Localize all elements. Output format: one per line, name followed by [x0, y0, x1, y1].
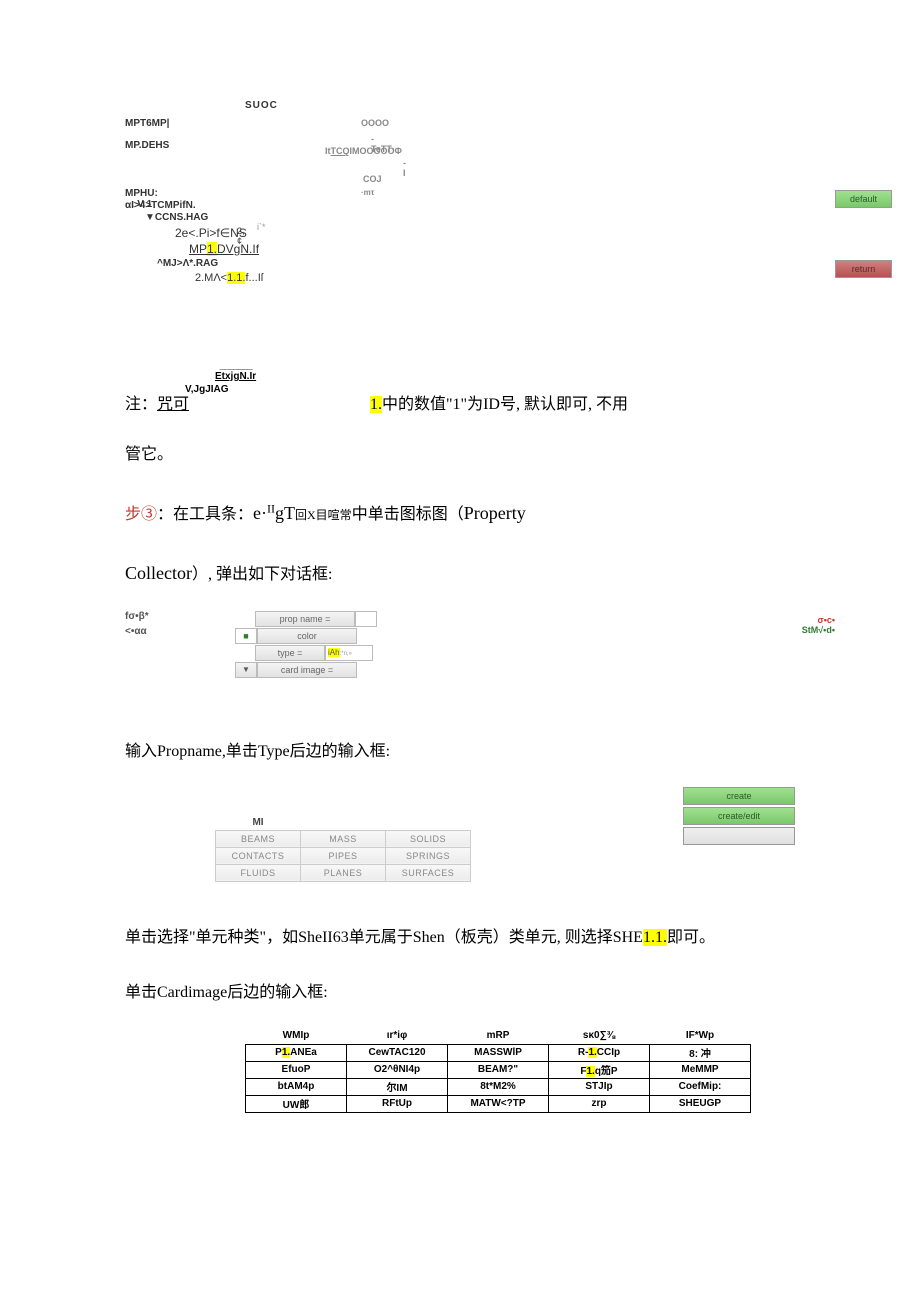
card-option[interactable]: WMIp	[246, 1028, 347, 1045]
card-option[interactable]: CoefMip:	[650, 1078, 751, 1095]
tree-right-label: ItTCQIMOOOOOΦ	[325, 146, 402, 156]
card-option[interactable]: IF*Wp	[650, 1028, 751, 1045]
dropdown-arrow-icon[interactable]: ▼	[235, 662, 257, 678]
card-option[interactable]: 8: 冲	[650, 1044, 751, 1061]
card-option[interactable]: R-1.CCIp	[549, 1044, 650, 1061]
prop-name-input[interactable]	[355, 611, 377, 627]
card-option[interactable]: mRP	[448, 1028, 549, 1045]
card-option[interactable]: 8t*M2%	[448, 1078, 549, 1095]
card-option[interactable]: UW郎	[246, 1095, 347, 1112]
type-option[interactable]: SOLIDS	[386, 830, 471, 847]
type-option[interactable]: PIPES	[301, 847, 386, 864]
type-option[interactable]: FLUIDS	[216, 864, 301, 881]
card-option[interactable]: zrp	[549, 1095, 650, 1112]
create-edit-button[interactable]: create/edit	[683, 807, 795, 825]
tree-node: 2.MΛ<1.1.f...Iſ	[195, 272, 263, 284]
tree-right-label: -I	[403, 158, 406, 178]
card-option[interactable]: ιr*iφ	[347, 1028, 448, 1045]
prop-left-label-2: <•αα	[125, 626, 149, 637]
card-option[interactable]: SHEUGP	[650, 1095, 751, 1112]
ann-line2: V,JgJIAG	[185, 384, 229, 395]
return-button[interactable]: return	[835, 260, 892, 278]
type-value[interactable]: iAh:*n,»	[325, 645, 373, 661]
card-option[interactable]: CewTAC120	[347, 1044, 448, 1061]
step3-para-2: Collector）, 弹出如下对话框:	[125, 550, 795, 597]
tree-node: ▼CCNS.HAG	[145, 212, 208, 223]
type-option[interactable]: BEAMS	[216, 830, 301, 847]
material-tree-panel: SUOC MPT6MP|MP.DEHSMPHU: · : V 1αI>4>TCM…	[125, 100, 795, 360]
prop-right-2: StM√•d•	[802, 625, 835, 635]
card-option[interactable]: MASSWlP	[448, 1044, 549, 1061]
color-swatch[interactable]: ■	[235, 628, 257, 644]
card-option[interactable]: sκ0∑⅜	[549, 1028, 650, 1045]
tree-node: MP1.DVgN.If	[189, 242, 259, 256]
card-option[interactable]: EfuoP	[246, 1061, 347, 1078]
type-option[interactable]: PLANES	[301, 864, 386, 881]
step3-para: 步③：在工具条：e·IIgT回X目喧常中单击图标图（Property	[125, 490, 795, 537]
blank-button[interactable]	[683, 827, 795, 845]
cardimage-instruction: 单击Cardimage后边的输入框:	[125, 972, 795, 1014]
type-selection-panel: create create/edit MI BEAMSMASSSOLIDS CON…	[125, 787, 795, 877]
propname-instruction: 输入Propname,单击Type后边的输入框:	[125, 731, 795, 773]
card-option[interactable]: BEAM?"	[448, 1061, 549, 1078]
prop-right-1: σ•c•	[802, 615, 835, 625]
default-button[interactable]: default	[835, 190, 892, 208]
type-option[interactable]: SURFACES	[386, 864, 471, 881]
prop-left-label-1: fσ•β*	[125, 611, 149, 622]
card-option[interactable]: RFtUp	[347, 1095, 448, 1112]
shell-instruction: 单击选择"单元种类"，如SheII63单元属于Shen（板壳）类单元, 则选择S…	[125, 917, 795, 959]
tree-node: αI>4>TCMPifN.	[125, 200, 196, 211]
tree-right-label: OOOO	[361, 118, 389, 128]
ann-line1: EtxjgN.Ir	[215, 371, 256, 382]
tree-node: MPT6MP|	[125, 118, 169, 129]
type-option[interactable]: CONTACTS	[216, 847, 301, 864]
type-table-header: MI	[216, 817, 301, 831]
card-image-table: WMIpιr*iφmRPsκ0∑⅜IF*WpP1.ANEaCewTAC120MA…	[245, 1028, 751, 1113]
tree-node: MP.DEHS	[125, 140, 169, 151]
type-option[interactable]: MASS	[301, 830, 386, 847]
prop-name-field[interactable]: prop name =	[255, 611, 355, 627]
type-option[interactable]: SPRINGS	[386, 847, 471, 864]
note-line1: 注：咒可	[125, 390, 189, 414]
element-type-table: MI BEAMSMASSSOLIDS CONTACTSPIPESSPRINGS FL…	[215, 817, 471, 882]
card-option[interactable]: MATW<?TP	[448, 1095, 549, 1112]
card-option[interactable]: 尔IM	[347, 1078, 448, 1095]
tree-node: i`*	[257, 222, 266, 232]
tree-right-label: ·mτ	[361, 188, 374, 197]
card-option[interactable]: MeMMP	[650, 1061, 751, 1078]
note-line2: 管它。	[125, 434, 795, 476]
card-option[interactable]: btAM4p	[246, 1078, 347, 1095]
color-field[interactable]: color	[257, 628, 357, 644]
ann-overline: _______	[215, 360, 256, 371]
create-button[interactable]: create	[683, 787, 795, 805]
card-option[interactable]: P1.ANEa	[246, 1044, 347, 1061]
tree-title: SUOC	[245, 100, 278, 111]
property-collector-panel: fσ•β* <•αα prop name = ■ color type = iA…	[125, 611, 795, 691]
card-image-field[interactable]: card image =	[257, 662, 357, 678]
card-option[interactable]: STJIp	[549, 1078, 650, 1095]
type-field[interactable]: type =	[255, 645, 325, 661]
note-line1b: 1.中的数值"1"为ID号, 默认即可, 不用	[370, 390, 628, 414]
card-option[interactable]: F1.q笳P	[549, 1061, 650, 1078]
card-option[interactable]: O2^θNI4p	[347, 1061, 448, 1078]
tree-node: ^MJ>Λ*.RAG	[157, 258, 218, 269]
tree-right-label: COJ	[363, 174, 382, 184]
